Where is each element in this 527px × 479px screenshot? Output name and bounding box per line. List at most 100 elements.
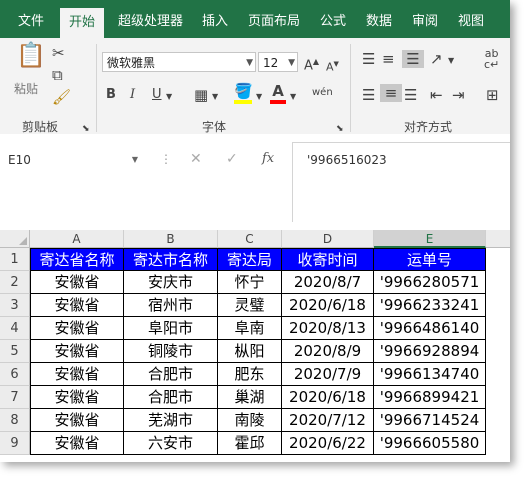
align-middle-icon[interactable]: ≡ (382, 50, 395, 68)
increase-indent-icon[interactable]: ⇥ (452, 86, 465, 104)
tab-review[interactable]: 审阅 (412, 10, 438, 29)
tab-data[interactable]: 数据 (366, 10, 392, 29)
chevron-down-icon[interactable]: ▼ (256, 88, 262, 106)
table-cell[interactable]: 怀宁 (218, 271, 282, 294)
row-header[interactable]: 9 (0, 432, 30, 455)
row-header[interactable]: 3 (0, 294, 30, 317)
table-cell[interactable]: 铜陵市 (124, 340, 218, 363)
table-header-cell[interactable]: 运单号 (374, 248, 486, 271)
table-header-cell[interactable]: 寄达省名称 (30, 248, 124, 271)
table-cell[interactable]: 2020/6/18 (282, 294, 374, 317)
tab-view[interactable]: 视图 (458, 10, 484, 29)
table-cell[interactable]: '9966486140 (374, 317, 486, 340)
table-header-cell[interactable]: 寄达市名称 (124, 248, 218, 271)
column-header-b[interactable]: B (124, 230, 218, 248)
underline-button[interactable]: U (152, 86, 162, 104)
table-header-cell[interactable]: 寄达局 (218, 248, 282, 271)
table-cell[interactable]: 2020/7/12 (282, 409, 374, 432)
row-header[interactable]: 2 (0, 271, 30, 294)
table-cell[interactable]: 六安市 (124, 432, 218, 455)
table-cell[interactable]: '9966605580 (374, 432, 486, 455)
copy-icon[interactable]: ⧉ (52, 66, 63, 84)
column-header-c[interactable]: C (218, 230, 282, 248)
table-cell[interactable]: 南陵 (218, 409, 282, 432)
align-right-icon[interactable]: ☰ (404, 86, 417, 104)
tab-page-layout[interactable]: 页面布局 (248, 10, 300, 29)
column-header-a[interactable]: A (30, 230, 124, 248)
table-cell[interactable]: 巢湖 (218, 386, 282, 409)
font-color-icon[interactable]: A (270, 82, 286, 104)
row-header[interactable]: 8 (0, 409, 30, 432)
chevron-down-icon[interactable]: ▼ (212, 88, 218, 106)
table-cell[interactable]: 2020/8/9 (282, 340, 374, 363)
align-left-icon[interactable]: ☰ (362, 86, 375, 104)
tab-file[interactable]: 文件 (18, 10, 44, 29)
column-header-d[interactable]: D (282, 230, 374, 248)
table-cell[interactable]: '9966928894 (374, 340, 486, 363)
table-cell[interactable]: 安徽省 (30, 409, 124, 432)
table-header-cell[interactable]: 收寄时间 (282, 248, 374, 271)
table-cell[interactable]: 合肥市 (124, 363, 218, 386)
table-cell[interactable]: 安徽省 (30, 363, 124, 386)
paste-label[interactable]: 粘贴 (14, 80, 38, 98)
fill-color-icon[interactable]: 🪣 (234, 82, 253, 104)
table-cell[interactable]: 安徽省 (30, 386, 124, 409)
tab-home[interactable]: 开始 (60, 8, 104, 38)
font-name-select[interactable]: 微软雅黑 ▼ (102, 52, 256, 72)
tab-insert[interactable]: 插入 (202, 10, 228, 29)
table-cell[interactable]: '9966280571 (374, 271, 486, 294)
cancel-icon[interactable]: ✕ (190, 151, 202, 167)
table-cell[interactable]: '9966714524 (374, 409, 486, 432)
table-cell[interactable]: 阜阳市 (124, 317, 218, 340)
more-options-icon[interactable]: ⋮ (160, 152, 172, 166)
align-top-icon[interactable]: ☰ (362, 50, 375, 68)
tab-super-processor[interactable]: 超级处理器 (118, 10, 183, 29)
select-all-corner[interactable] (0, 230, 30, 248)
chevron-down-icon[interactable]: ▼ (132, 148, 138, 172)
insert-function-button[interactable]: fx (262, 151, 274, 166)
row-header[interactable]: 4 (0, 317, 30, 340)
table-cell[interactable]: '9966899421 (374, 386, 486, 409)
row-header[interactable]: 6 (0, 363, 30, 386)
grow-font-icon[interactable]: A▲ (304, 53, 319, 75)
table-cell[interactable]: 灵璧 (218, 294, 282, 317)
decrease-indent-icon[interactable]: ⇤ (430, 86, 443, 104)
table-cell[interactable]: 枞阳 (218, 340, 282, 363)
table-cell[interactable]: 阜南 (218, 317, 282, 340)
enter-icon[interactable]: ✓ (226, 151, 238, 167)
merge-center-icon[interactable]: ⊞ (486, 86, 499, 104)
table-cell[interactable]: 安徽省 (30, 317, 124, 340)
italic-button[interactable]: I (130, 86, 135, 104)
tab-formulas[interactable]: 公式 (320, 10, 346, 29)
format-painter-icon[interactable]: 🖌 (52, 88, 71, 106)
row-header[interactable]: 1 (0, 248, 30, 271)
align-bottom-icon[interactable]: ☰ (402, 50, 424, 68)
table-cell[interactable]: 合肥市 (124, 386, 218, 409)
table-cell[interactable]: '9966233241 (374, 294, 486, 317)
chevron-down-icon[interactable]: ▼ (290, 88, 296, 106)
table-cell[interactable]: 芜湖市 (124, 409, 218, 432)
table-cell[interactable]: 安徽省 (30, 294, 124, 317)
align-center-icon[interactable]: ≡ (380, 84, 402, 102)
table-cell[interactable]: 安徽省 (30, 340, 124, 363)
table-cell[interactable]: 安徽省 (30, 271, 124, 294)
table-cell[interactable]: 2020/6/18 (282, 386, 374, 409)
name-box[interactable]: E10 ▼ (8, 148, 138, 172)
row-header[interactable]: 7 (0, 386, 30, 409)
table-cell[interactable]: 2020/8/13 (282, 317, 374, 340)
column-header-next[interactable] (486, 230, 510, 248)
cut-icon[interactable]: ✂ (52, 44, 65, 62)
table-cell[interactable]: 2020/8/7 (282, 271, 374, 294)
table-cell[interactable]: 安徽省 (30, 432, 124, 455)
table-cell[interactable]: 霍邱 (218, 432, 282, 455)
borders-icon[interactable]: ▦ (194, 86, 208, 104)
paste-icon[interactable]: 📋 (16, 43, 46, 76)
shrink-font-icon[interactable]: A▼ (326, 55, 339, 77)
formula-input[interactable]: '9966516023 (292, 142, 510, 222)
table-cell[interactable]: 2020/7/9 (282, 363, 374, 386)
chevron-down-icon[interactable]: ▼ (448, 52, 454, 70)
table-cell[interactable]: 2020/6/22 (282, 432, 374, 455)
chevron-down-icon[interactable]: ▼ (166, 88, 172, 106)
table-cell[interactable]: 宿州市 (124, 294, 218, 317)
column-header-e[interactable]: E (374, 230, 486, 248)
